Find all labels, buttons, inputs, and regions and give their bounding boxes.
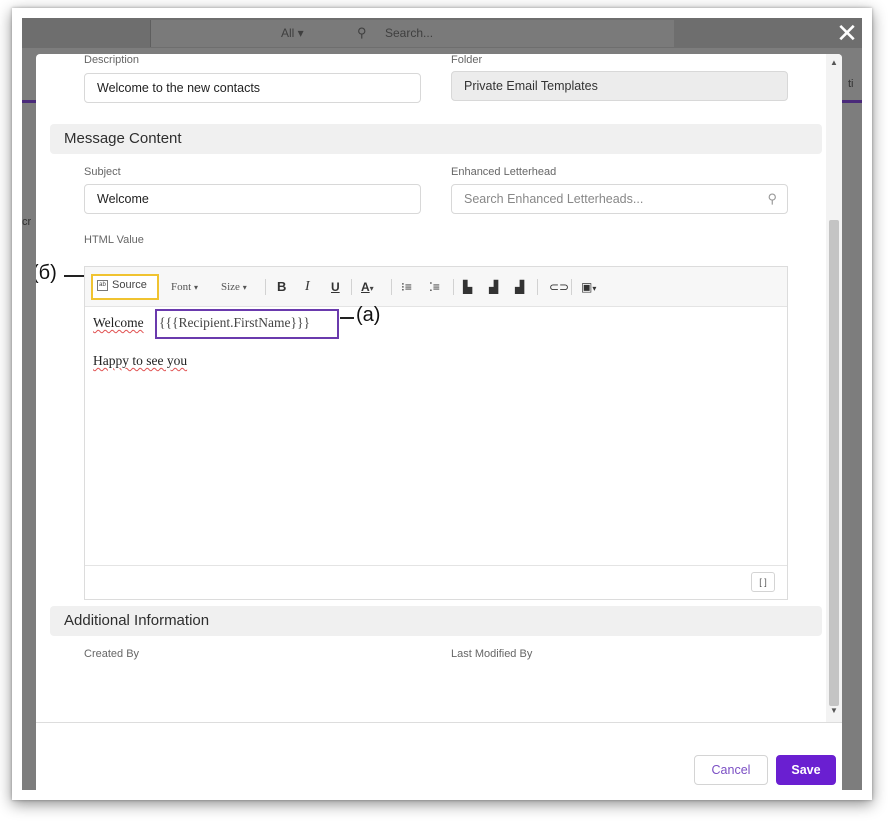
bulleted-list-icon[interactable]: ⁚≡ bbox=[429, 276, 440, 298]
search-icon: ⚲ bbox=[357, 25, 367, 40]
background-tab-indicator-right bbox=[840, 100, 862, 103]
editor-line-2: Happy to see you bbox=[93, 353, 188, 368]
letterhead-label: Enhanced Letterhead bbox=[451, 166, 557, 178]
text-color-label: A bbox=[361, 280, 370, 294]
background-text-fragment: cr bbox=[22, 216, 32, 228]
size-dropdown[interactable]: Size ▾ bbox=[221, 276, 247, 298]
subject-value: Welcome bbox=[97, 192, 149, 206]
folder-value: Private Email Templates bbox=[464, 79, 598, 93]
align-right-icon[interactable]: ▟ bbox=[515, 276, 524, 298]
source-callout: (б) bbox=[36, 262, 57, 284]
subject-field[interactable]: Welcome bbox=[84, 184, 421, 214]
font-label: Font bbox=[171, 281, 192, 293]
folder-field: Private Email Templates bbox=[451, 71, 788, 101]
created-by-label: Created By bbox=[84, 648, 140, 660]
toolbar-divider bbox=[351, 279, 352, 295]
screenshot-frame: All ▾ ⚲ Search... cr ti ✕ Description We… bbox=[12, 8, 872, 800]
toolbar-divider bbox=[537, 279, 538, 295]
description-label: Description bbox=[84, 54, 140, 66]
html-value-label: HTML Value bbox=[84, 234, 144, 246]
search-scope-select: All ▾ bbox=[281, 26, 304, 40]
search-scope-label: All bbox=[281, 26, 295, 40]
save-button[interactable]: Save bbox=[776, 755, 836, 785]
scrollbar-thumb[interactable] bbox=[829, 220, 839, 706]
modal-scrollbar[interactable]: ▲ ▼ bbox=[826, 54, 842, 722]
expand-button[interactable]: [ ] bbox=[751, 572, 775, 592]
source-button[interactable]: ab Source bbox=[91, 274, 159, 300]
toolbar-divider bbox=[265, 279, 266, 295]
bold-button[interactable]: B bbox=[277, 276, 286, 298]
background-search-bar: All ▾ ⚲ Search... bbox=[150, 20, 674, 47]
font-dropdown[interactable]: Font ▾ bbox=[171, 276, 198, 298]
subject-label: Subject bbox=[84, 166, 121, 178]
size-label: Size bbox=[221, 281, 240, 293]
source-icon: ab bbox=[97, 279, 108, 291]
link-icon[interactable]: ⊂⊃ bbox=[549, 276, 569, 298]
description-field[interactable]: Welcome to the new contacts bbox=[84, 73, 421, 103]
modal-body: Description Welcome to the new contacts … bbox=[36, 54, 842, 722]
toolbar-divider bbox=[571, 279, 572, 295]
background-text-fragment-right: ti bbox=[848, 78, 854, 90]
toolbar-divider bbox=[453, 279, 454, 295]
numbered-list-icon[interactable]: ⁝≡ bbox=[401, 276, 412, 298]
folder-label: Folder bbox=[451, 54, 483, 66]
editor-line-1: Welcome bbox=[93, 315, 144, 331]
align-left-icon[interactable]: ▙ bbox=[463, 276, 472, 298]
modal-footer: Cancel Save bbox=[36, 722, 842, 790]
italic-button[interactable]: I bbox=[305, 276, 310, 298]
scroll-up-icon[interactable]: ▲ bbox=[830, 58, 838, 67]
editor-content[interactable]: Welcome {{{Recipient.FirstName}}} Happy … bbox=[85, 307, 787, 565]
additional-information-header: Additional Information bbox=[50, 606, 822, 636]
close-icon[interactable]: ✕ bbox=[834, 20, 860, 48]
editor-footer: [ ] bbox=[85, 565, 787, 599]
message-content-header: Message Content bbox=[50, 124, 822, 154]
align-center-icon[interactable]: ▟ bbox=[489, 276, 498, 298]
letterhead-search-input[interactable]: Search Enhanced Letterheads... ⚲ bbox=[451, 184, 788, 214]
merge-callout: (a) bbox=[356, 304, 381, 326]
app-screen: All ▾ ⚲ Search... cr ti ✕ Description We… bbox=[22, 18, 862, 790]
cancel-button[interactable]: Cancel bbox=[694, 755, 768, 785]
last-modified-by-label: Last Modified By bbox=[451, 648, 533, 660]
underline-button[interactable]: U bbox=[331, 276, 340, 298]
html-editor: ab Source Font ▾ Size ▾ B I U A▾ ⁝≡ ⁚≡ ▙… bbox=[84, 266, 788, 600]
image-icon[interactable]: ▣▾ bbox=[581, 276, 596, 298]
source-label: Source bbox=[112, 279, 147, 291]
text-color-button[interactable]: A▾ bbox=[361, 276, 374, 298]
merge-callout-line bbox=[340, 317, 354, 319]
greeting-word: Welcome bbox=[93, 315, 144, 330]
toolbar-divider bbox=[391, 279, 392, 295]
search-icon: ⚲ bbox=[767, 191, 777, 206]
merge-field: {{{Recipient.FirstName}}} bbox=[159, 315, 310, 330]
letterhead-placeholder: Search Enhanced Letterheads... bbox=[464, 192, 644, 206]
email-template-modal: Description Welcome to the new contacts … bbox=[36, 54, 842, 790]
editor-toolbar: ab Source Font ▾ Size ▾ B I U A▾ ⁝≡ ⁚≡ ▙… bbox=[85, 267, 787, 307]
scroll-down-icon[interactable]: ▼ bbox=[830, 706, 838, 715]
search-placeholder: Search... bbox=[385, 26, 434, 40]
description-value: Welcome to the new contacts bbox=[97, 81, 261, 95]
